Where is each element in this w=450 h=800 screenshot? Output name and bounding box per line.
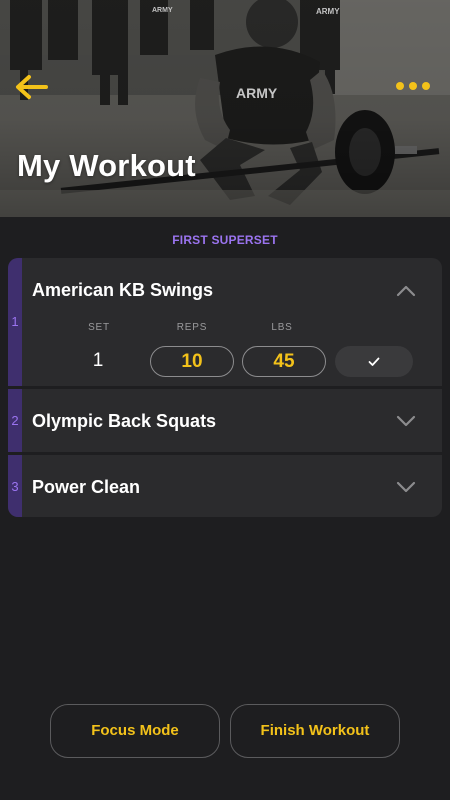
exercise-card[interactable]: 3 Power Clean [8, 455, 442, 517]
exercise-card: 1 American KB Swings SET REPS LBS 1 10 4… [8, 258, 442, 386]
column-header-lbs: LBS [271, 322, 293, 333]
chevron-up-icon [396, 285, 416, 297]
page-title: My Workout [17, 148, 196, 183]
lbs-input[interactable]: 45 [242, 346, 326, 377]
exercise-number: 2 [11, 413, 19, 428]
collapse-button[interactable] [396, 284, 416, 297]
superset-label: FIRST SUPERSET [172, 233, 278, 247]
chevron-down-icon [396, 415, 416, 427]
complete-set-button[interactable] [335, 346, 413, 377]
hero-image: ARMY ARMY ARMY My Workout [0, 0, 450, 217]
finish-workout-button[interactable]: Finish Workout [230, 704, 400, 758]
arrow-left-icon [16, 75, 48, 99]
reps-input[interactable]: 10 [150, 346, 234, 377]
more-dots-icon [396, 82, 404, 90]
exercise-card[interactable]: 2 Olympic Back Squats [8, 389, 442, 452]
exercise-name[interactable]: Olympic Back Squats [32, 411, 216, 432]
column-header-set: SET [88, 322, 110, 333]
hero-shade [0, 0, 450, 217]
set-number: 1 [92, 350, 104, 371]
chevron-down-icon [396, 481, 416, 493]
expand-button[interactable] [396, 414, 416, 427]
check-icon [368, 357, 380, 366]
exercise-name[interactable]: American KB Swings [32, 280, 213, 301]
focus-mode-button[interactable]: Focus Mode [50, 704, 220, 758]
more-dots-icon [422, 82, 430, 90]
expand-button[interactable] [396, 480, 416, 493]
more-dots-icon [409, 82, 417, 90]
more-options-button[interactable] [396, 78, 430, 94]
back-button[interactable] [14, 72, 50, 102]
exercise-number: 1 [11, 314, 19, 329]
column-header-reps: REPS [176, 322, 208, 333]
exercise-name[interactable]: Power Clean [32, 477, 140, 498]
exercise-number: 3 [11, 479, 19, 494]
